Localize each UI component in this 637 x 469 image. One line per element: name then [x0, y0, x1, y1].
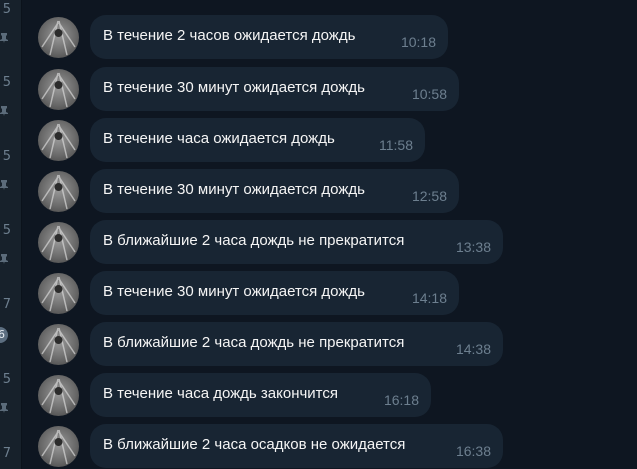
message-bubble[interactable]: В ближайшие 2 часа дождь не прекратится … [90, 220, 503, 264]
chat-time-fragment: 5 [2, 75, 11, 90]
chat-list-item[interactable]: 5 [0, 149, 22, 190]
message-bubble[interactable]: В течение часа дождь закончится 16:18 [90, 373, 431, 417]
message-text: В течение часа дождь закончится [103, 385, 339, 402]
avatar[interactable] [38, 120, 79, 161]
chat-time-fragment: 5 [2, 149, 11, 164]
chat-time-fragment: 5 [2, 223, 11, 238]
chat-list-item[interactable]: 6 [0, 327, 22, 367]
message-time: 10:18 [400, 34, 436, 50]
message-bubble[interactable]: В течение 2 часов ожидается дождь 10:18 [90, 15, 448, 59]
chat-list-item[interactable]: 5 [0, 223, 22, 264]
message-text: В течение 2 часов ожидается дождь [103, 27, 356, 44]
pin-icon [0, 398, 8, 413]
chat-time-fragment: 5 [2, 372, 11, 387]
message-text: В течение 30 минут ожидается дождь [103, 79, 365, 96]
message-bubble[interactable]: В ближайшие 2 часа осадков не ожидается … [90, 424, 503, 468]
message-bubble[interactable]: В течение часа ожидается дождь 11:58 [90, 118, 425, 162]
avatar[interactable] [38, 69, 79, 110]
chat-list-item[interactable]: 5 [0, 372, 22, 413]
avatar[interactable] [38, 426, 79, 467]
pin-icon [0, 249, 8, 264]
chat-list-item[interactable]: 5 [0, 75, 22, 116]
message-text: В течение 30 минут ожидается дождь [103, 283, 365, 300]
message-bubble[interactable]: В ближайшие 2 часа дождь не прекратится … [90, 322, 503, 366]
avatar[interactable] [38, 222, 79, 263]
message-text: В ближайшие 2 часа осадков не ожидается [103, 436, 406, 453]
pin-icon [0, 175, 8, 190]
chat-time-fragment: 7 [2, 446, 11, 461]
avatar[interactable] [38, 324, 79, 365]
message-time: 16:38 [455, 443, 491, 459]
message-text: В ближайшие 2 часа дождь не прекратится [103, 334, 405, 351]
message-time: 16:18 [383, 392, 419, 408]
chat-list-item[interactable]: 7 [0, 446, 22, 469]
message-bubble[interactable]: В течение 30 минут ожидается дождь 14:18 [90, 271, 459, 315]
message-time: 10:58 [411, 86, 447, 102]
message-list[interactable]: В течение 2 часов ожидается дождь 10:18 … [22, 0, 637, 469]
message-time: 14:18 [411, 290, 447, 306]
chat-list-item[interactable]: 5 [0, 2, 22, 43]
message-time: 13:38 [455, 239, 491, 255]
message-text: В ближайшие 2 часа дождь не прекратится [103, 232, 405, 249]
avatar[interactable] [38, 375, 79, 416]
unread-badge: 6 [0, 327, 8, 343]
chat-list-strip[interactable]: 5 5 5 5 7 6 5 7 [0, 0, 22, 469]
chat-time-fragment: 5 [2, 2, 11, 17]
message-bubble[interactable]: В течение 30 минут ожидается дождь 10:58 [90, 67, 459, 111]
message-time: 14:38 [455, 341, 491, 357]
pin-icon [0, 101, 8, 116]
pin-icon [0, 28, 8, 43]
message-time: 12:58 [411, 188, 447, 204]
avatar[interactable] [38, 171, 79, 212]
message-text: В течение часа ожидается дождь [103, 130, 335, 147]
message-bubble[interactable]: В течение 30 минут ожидается дождь 12:58 [90, 169, 459, 213]
chat-time-fragment: 7 [2, 297, 11, 312]
avatar[interactable] [38, 273, 79, 314]
message-text: В течение 30 минут ожидается дождь [103, 181, 365, 198]
avatar[interactable] [38, 17, 79, 58]
message-time: 11:58 [379, 137, 413, 153]
